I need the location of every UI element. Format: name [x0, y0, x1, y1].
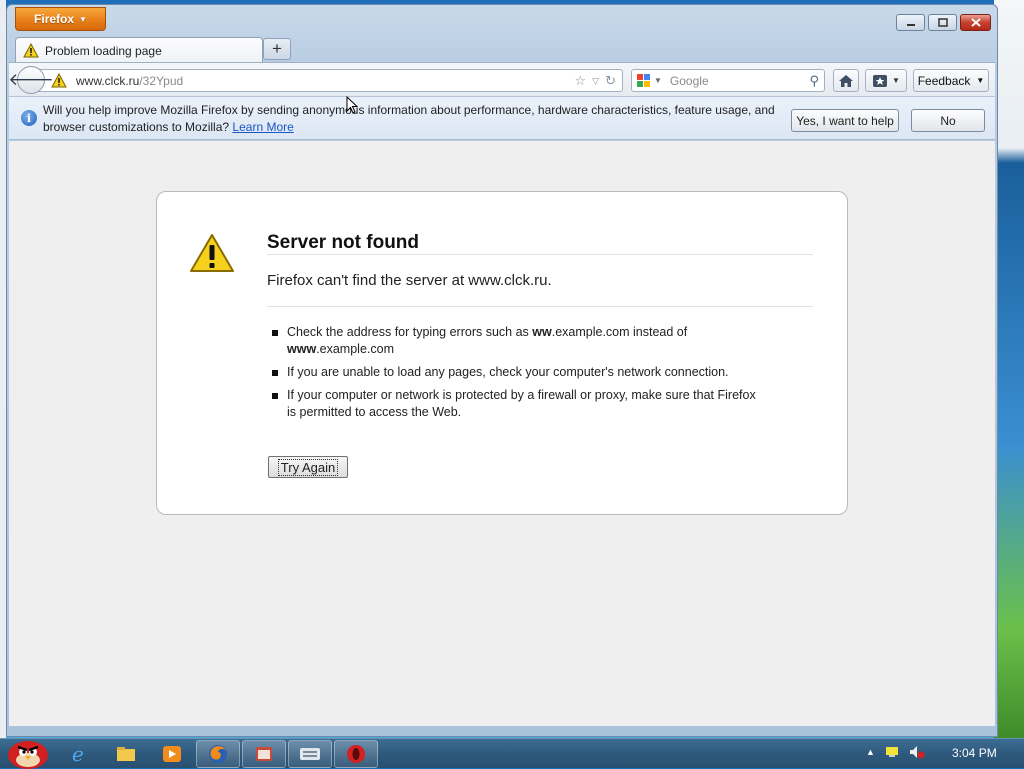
tab-title: Problem loading page — [45, 43, 162, 58]
taskbar: e ▲ 3:04 PM — [0, 738, 1024, 769]
error-suggestions: Check the address for typing errors such… — [267, 324, 767, 427]
close-icon — [970, 18, 981, 27]
show-hidden-icons-icon[interactable]: ▲ — [866, 747, 875, 757]
start-button-angry-bird-icon[interactable] — [4, 733, 50, 769]
taskbar-explorer-icon[interactable] — [104, 740, 148, 768]
back-arrow-icon: 🡐 — [8, 70, 54, 89]
feedback-button[interactable]: Feedback ▼ — [913, 69, 989, 92]
try-again-button[interactable]: Try Again — [268, 456, 348, 478]
firefox-menu-button[interactable]: Firefox ▼ — [15, 7, 106, 31]
firefox-window: Firefox ▼ Problem loading page + www.clc… — [6, 4, 998, 737]
system-tray: ▲ — [866, 745, 925, 759]
search-input[interactable]: Google — [670, 74, 810, 88]
home-button[interactable] — [833, 69, 859, 92]
google-engine-icon[interactable] — [636, 73, 654, 89]
warning-icon — [23, 43, 39, 58]
desktop-wallpaper-edge — [994, 0, 1024, 740]
url-host: www.clck.ru — [76, 73, 140, 88]
tab-problem-loading[interactable]: Problem loading page — [15, 37, 263, 63]
bookmark-star-icon[interactable]: ☆ — [575, 73, 587, 90]
new-tab-button[interactable]: + — [263, 38, 291, 60]
home-icon — [839, 74, 853, 87]
window-controls — [896, 14, 991, 31]
taskbar-firefox-icon[interactable] — [196, 740, 240, 768]
chevron-down-icon: ▼ — [976, 76, 985, 85]
info-icon: i — [21, 110, 37, 126]
error-description: Firefox can't find the server at www.clc… — [267, 272, 552, 289]
plus-icon: + — [272, 39, 282, 58]
taskbar-keyboard-icon[interactable] — [288, 740, 332, 768]
page-content: Server not found Firefox can't find the … — [9, 141, 995, 726]
minimize-icon — [906, 23, 915, 26]
try-again-label: Try Again — [277, 458, 339, 476]
telemetry-notification-bar: i Will you help improve Mozilla Firefox … — [9, 96, 995, 140]
taskbar-ie-icon[interactable]: e — [58, 740, 102, 768]
search-bar[interactable]: ▼ Google ⚲ — [631, 69, 825, 92]
url-text[interactable]: www.clck.ru/32Ypud — [76, 74, 183, 88]
mouse-cursor-icon — [346, 96, 358, 114]
taskbar-media-player-icon[interactable] — [150, 740, 194, 768]
learn-more-link[interactable]: Learn More — [232, 120, 293, 134]
divider — [267, 254, 813, 255]
action-center-icon[interactable] — [885, 746, 899, 758]
list-item: Check the address for typing errors such… — [267, 324, 767, 358]
notification-text: Will you help improve Mozilla Firefox by… — [43, 103, 775, 134]
maximize-button[interactable] — [928, 14, 957, 31]
chevron-down-icon: ▼ — [892, 76, 900, 85]
error-title: Server not found — [267, 232, 420, 253]
taskbar-clock[interactable]: 3:04 PM — [952, 746, 997, 760]
maximize-icon — [937, 18, 948, 27]
reload-icon[interactable]: ↻ — [605, 73, 616, 90]
back-button[interactable]: 🡐 — [8, 66, 54, 94]
minimize-button[interactable] — [896, 14, 925, 31]
no-button[interactable]: No — [911, 109, 985, 132]
notification-message: Will you help improve Mozilla Firefox by… — [43, 102, 783, 136]
bookmarks-icon — [873, 74, 888, 87]
url-bar-icons: ☆ ▽ ↻ — [575, 73, 616, 90]
navigation-toolbar: www.clck.ru/32Ypud ☆ ▽ ↻ 🡐 ▼ Google ⚲ ▼ … — [8, 62, 995, 96]
yes-help-button[interactable]: Yes, I want to help — [791, 109, 899, 132]
history-dropdown-icon[interactable]: ▽ — [592, 73, 599, 90]
taskbar-opera-icon[interactable] — [334, 740, 378, 768]
search-icon[interactable]: ⚲ — [809, 73, 819, 89]
url-bar[interactable]: www.clck.ru/32Ypud ☆ ▽ ↻ — [31, 69, 623, 92]
no-label: No — [940, 113, 956, 128]
list-item: If you are unable to load any pages, che… — [267, 364, 767, 381]
divider — [267, 306, 813, 307]
warning-icon — [190, 234, 234, 272]
url-path: /32Ypud — [139, 73, 184, 88]
engine-dropdown-icon[interactable]: ▼ — [654, 76, 662, 85]
error-box: Server not found Firefox can't find the … — [156, 191, 848, 515]
volume-muted-icon[interactable] — [909, 745, 925, 759]
feedback-label: Feedback — [917, 73, 971, 88]
bookmarks-button[interactable]: ▼ — [865, 69, 907, 92]
list-item: If your computer or network is protected… — [267, 387, 767, 421]
firefox-menu-label: Firefox — [34, 12, 75, 26]
yes-help-label: Yes, I want to help — [796, 113, 894, 128]
close-button[interactable] — [960, 14, 991, 31]
chevron-down-icon: ▼ — [79, 14, 87, 24]
svg-text:e: e — [72, 744, 84, 764]
taskbar-app-icon[interactable] — [242, 740, 286, 768]
